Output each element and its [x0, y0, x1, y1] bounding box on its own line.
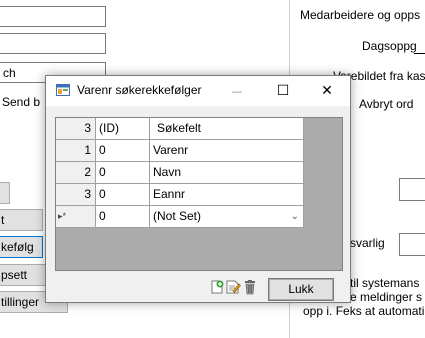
new-row-marker-icon: ▸* [56, 206, 96, 228]
table-row[interactable]: 1 0 Varenr [56, 140, 304, 162]
add-row-icon[interactable] [209, 279, 225, 295]
lukk-button[interactable]: Lukk [269, 279, 333, 300]
grid-header-row: 3 (ID) Søkefelt [56, 118, 304, 140]
maximize-button[interactable]: ☐ [260, 76, 306, 106]
innstillinger-button-label: tillinger [1, 295, 40, 309]
bg-button-partial-1-label: t [1, 213, 5, 227]
bg-combo-value: ch [3, 66, 16, 80]
ansvarlig-label: svarlig [350, 236, 385, 250]
send-checkbox-label[interactable]: Send b [2, 95, 40, 109]
table-row[interactable]: 3 0 Eannr [56, 184, 304, 206]
bg-text-input-2[interactable] [0, 33, 106, 54]
dagsopp-underline [414, 53, 425, 54]
ansvarlig-input[interactable] [399, 233, 425, 256]
minimize-icon: — [231, 85, 243, 98]
sokefelt-combo-value: (Not Set) [153, 209, 202, 223]
close-icon: ✕ [321, 83, 333, 99]
sokefelt-cell[interactable]: Navn [150, 162, 304, 184]
minimize-button[interactable]: — [214, 76, 260, 106]
maximize-icon: ☐ [276, 83, 290, 99]
sokefolge-button-label: kefølg [1, 240, 34, 254]
sokefelt-combo-cell[interactable]: (Not Set) ⌄ [150, 206, 304, 228]
info-line-2: e meldinger s [350, 290, 423, 304]
new-row[interactable]: ▸* 0 (Not Set) ⌄ [56, 206, 304, 228]
sokefelt-cell[interactable]: Eannr [150, 184, 304, 206]
info-line-3: opp i. Feks at automati [303, 304, 425, 318]
id-cell[interactable]: 0 [96, 184, 150, 206]
row-header[interactable]: 2 [56, 162, 96, 184]
close-window-button[interactable]: ✕ [304, 76, 350, 106]
info-line-1: til systemans [350, 276, 420, 290]
dagsopp-label[interactable]: Dagsoppg [362, 39, 417, 53]
oppsett-button-label: psett [1, 268, 28, 282]
row-header[interactable]: 1 [56, 140, 96, 162]
sokefolge-button[interactable]: kefølg [0, 236, 43, 258]
dialog-title: Varenr søkerekkefølger [77, 83, 202, 97]
bg-button-partial-1[interactable]: t [0, 209, 43, 231]
bg-text-input-1[interactable] [0, 6, 106, 27]
header-id-column[interactable]: (ID) [96, 118, 150, 140]
oppsett-button[interactable]: psett [0, 264, 46, 286]
edit-row-icon[interactable] [225, 279, 241, 295]
bg-button-partial-0[interactable] [0, 182, 10, 204]
id-cell[interactable]: 0 [96, 140, 150, 162]
header-sokefelt-column[interactable]: Søkefelt [150, 118, 304, 140]
avbryt-label: Avbryt ord [359, 97, 414, 111]
grid-toolbar [209, 279, 261, 297]
search-order-dialog: Varenr søkerekkefølger — ☐ ✕ 3 (ID) Søke… [45, 75, 351, 303]
sokefelt-cell[interactable]: Varenr [150, 140, 304, 162]
id-cell[interactable]: 0 [96, 206, 150, 228]
chevron-down-icon[interactable]: ⌄ [291, 206, 299, 227]
dialog-titlebar[interactable]: Varenr søkerekkefølger — ☐ ✕ [46, 76, 350, 106]
table-row[interactable]: 2 0 Navn [56, 162, 304, 184]
trash-icon[interactable] [242, 279, 258, 295]
header-row-number[interactable]: 3 [56, 118, 96, 140]
row-header[interactable]: 3 [56, 184, 96, 206]
search-order-grid[interactable]: 3 (ID) Søkefelt 1 0 Varenr 2 0 Navn 3 0 … [55, 117, 343, 271]
id-cell[interactable]: 0 [96, 162, 150, 184]
bg-right-input-1[interactable] [399, 178, 425, 201]
form-app-icon [56, 84, 70, 96]
medarbeidere-label: Medarbeidere og opps [300, 8, 421, 22]
